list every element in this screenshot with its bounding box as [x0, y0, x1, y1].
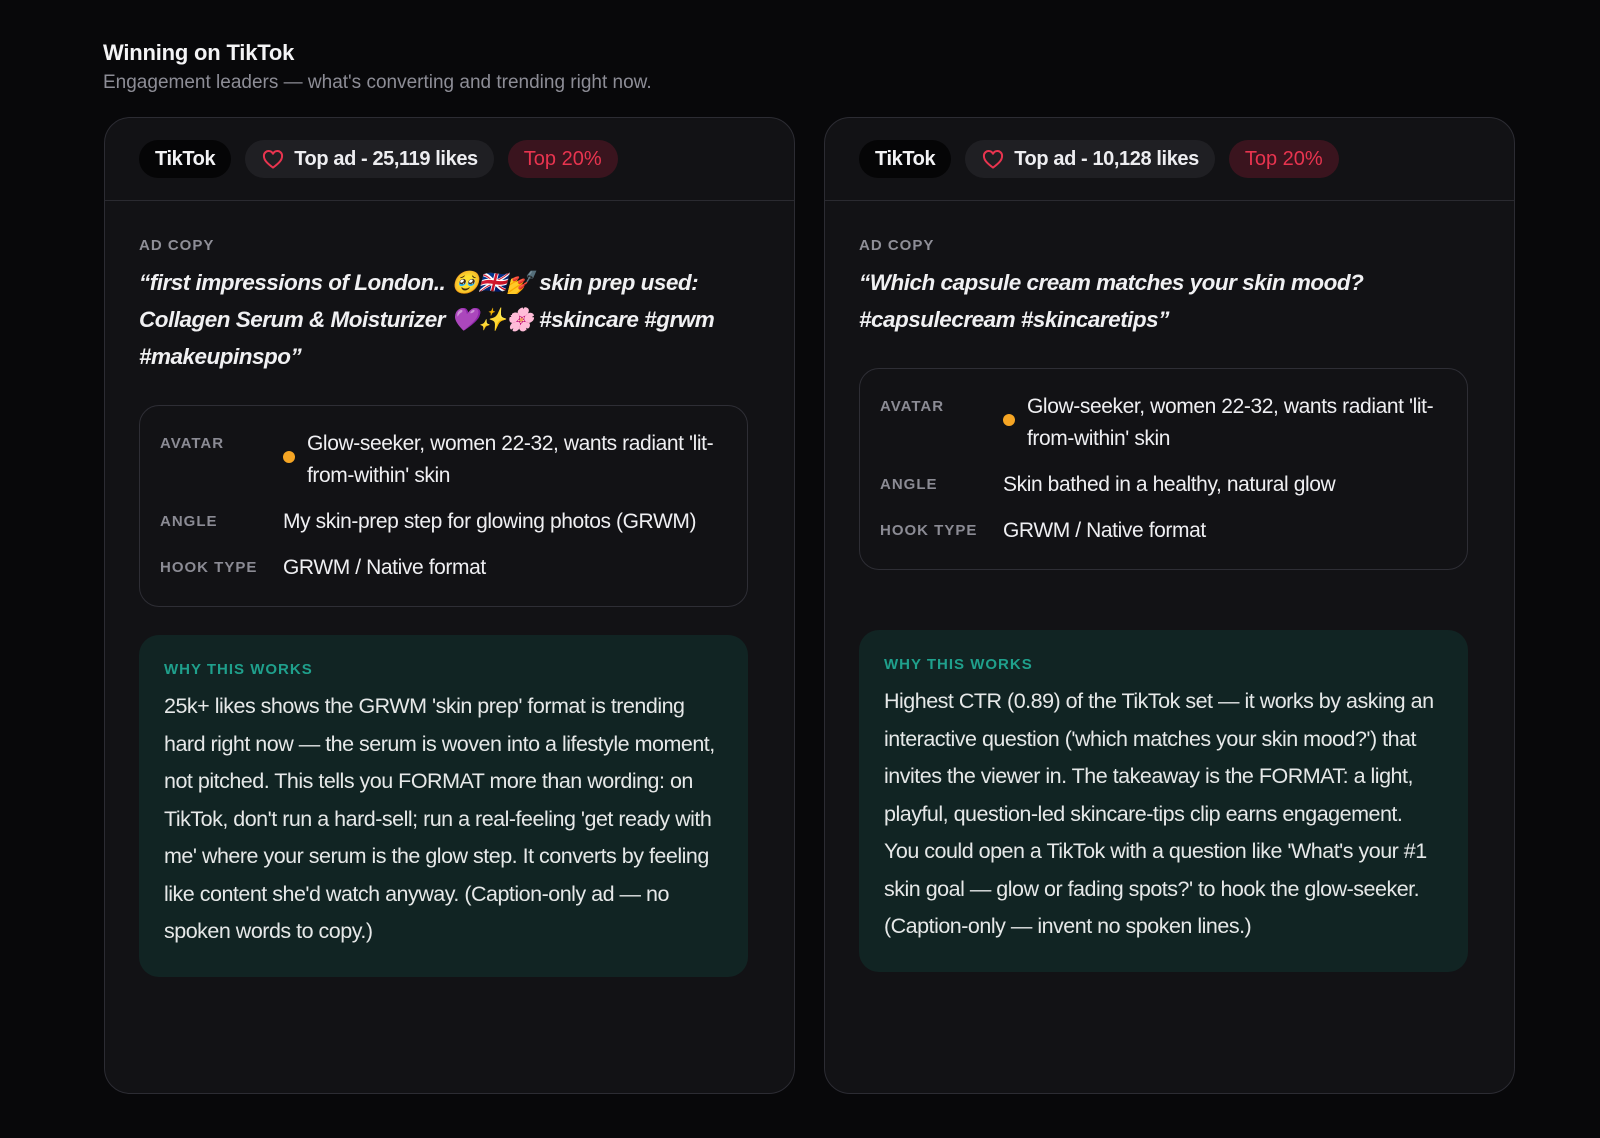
avatar-value: Glow-seeker, women 22-32, wants radiant …	[307, 432, 714, 487]
ad-card[interactable]: TikTok Top ad - 25,119 likes Top 20% AD …	[104, 117, 795, 1094]
why-this-works-box: WHY THIS WORKS Highest CTR (0.89) of the…	[859, 630, 1468, 972]
status-dot-icon	[1003, 414, 1015, 426]
avatar-row: AVATAR Glow-seeker, women 22-32, wants r…	[160, 428, 727, 492]
likes-label: Top ad - 10,128 likes	[1014, 147, 1199, 170]
avatar-label: AVATAR	[880, 398, 945, 415]
ad-copy-text: “first impressions of London.. 🥹🇬🇧💅 skin…	[139, 270, 715, 369]
ad-copy-text: “Which capsule cream matches your skin m…	[859, 270, 1364, 332]
hook-type-row: HOOK TYPE GRWM / Native format	[880, 515, 1447, 547]
why-this-works-label: WHY THIS WORKS	[884, 656, 1033, 673]
section-title: Winning on TikTok	[103, 40, 295, 65]
ad-copy-label: AD COPY	[859, 237, 935, 254]
angle-label: ANGLE	[880, 476, 938, 493]
likes-chip: Top ad - 25,119 likes	[245, 140, 494, 178]
ad-copy-label: AD COPY	[139, 237, 215, 254]
platform-chip: TikTok	[139, 140, 232, 178]
heart-icon	[263, 150, 284, 169]
hook-type-value: GRWM / Native format	[283, 556, 486, 579]
angle-row: ANGLE My skin-prep step for glowing phot…	[160, 506, 727, 538]
rank-badge: Top 20%	[1228, 140, 1339, 178]
rank-badge: Top 20%	[507, 140, 618, 178]
section-subtitle: Engagement leaders — what's converting a…	[103, 72, 652, 93]
angle-row: ANGLE Skin bathed in a healthy, natural …	[880, 469, 1447, 501]
status-dot-icon	[283, 451, 295, 463]
avatar-label: AVATAR	[160, 435, 225, 452]
hook-type-label: HOOK TYPE	[160, 559, 258, 576]
why-this-works-text: Highest CTR (0.89) of the TikTok set — i…	[884, 689, 1434, 938]
avatar-value-wrap: Glow-seeker, women 22-32, wants radiant …	[283, 428, 727, 492]
angle-value: My skin-prep step for glowing photos (GR…	[283, 510, 697, 533]
card-body: AD COPY “first impressions of London.. 🥹…	[105, 201, 794, 977]
targeting-box: AVATAR Glow-seeker, women 22-32, wants r…	[139, 405, 748, 607]
hook-type-row: HOOK TYPE GRWM / Native format	[160, 552, 727, 584]
avatar-row: AVATAR Glow-seeker, women 22-32, wants r…	[880, 391, 1447, 455]
targeting-box: AVATAR Glow-seeker, women 22-32, wants r…	[859, 368, 1468, 570]
angle-label: ANGLE	[160, 513, 218, 530]
card-body: AD COPY “Which capsule cream matches you…	[825, 201, 1514, 972]
hook-type-value: GRWM / Native format	[1003, 519, 1206, 542]
card-header: TikTok Top ad - 10,128 likes Top 20%	[825, 118, 1514, 201]
likes-label: Top ad - 25,119 likes	[294, 147, 478, 170]
likes-chip: Top ad - 10,128 likes	[965, 140, 1215, 178]
platform-chip: TikTok	[859, 140, 952, 178]
avatar-value-wrap: Glow-seeker, women 22-32, wants radiant …	[1003, 391, 1447, 455]
card-list: TikTok Top ad - 25,119 likes Top 20% AD …	[104, 117, 1515, 1094]
card-header: TikTok Top ad - 25,119 likes Top 20%	[105, 118, 794, 201]
ad-card[interactable]: TikTok Top ad - 10,128 likes Top 20% AD …	[824, 117, 1515, 1094]
why-this-works-label: WHY THIS WORKS	[164, 661, 313, 678]
hook-type-label: HOOK TYPE	[880, 522, 978, 539]
heart-icon	[983, 150, 1004, 169]
avatar-value: Glow-seeker, women 22-32, wants radiant …	[1027, 395, 1434, 450]
why-this-works-text: 25k+ likes shows the GRWM 'skin prep' fo…	[164, 694, 715, 943]
why-this-works-box: WHY THIS WORKS 25k+ likes shows the GRWM…	[139, 635, 748, 977]
page: Winning on TikTok Engagement leaders — w…	[0, 0, 1600, 1138]
angle-value: Skin bathed in a healthy, natural glow	[1003, 473, 1336, 496]
